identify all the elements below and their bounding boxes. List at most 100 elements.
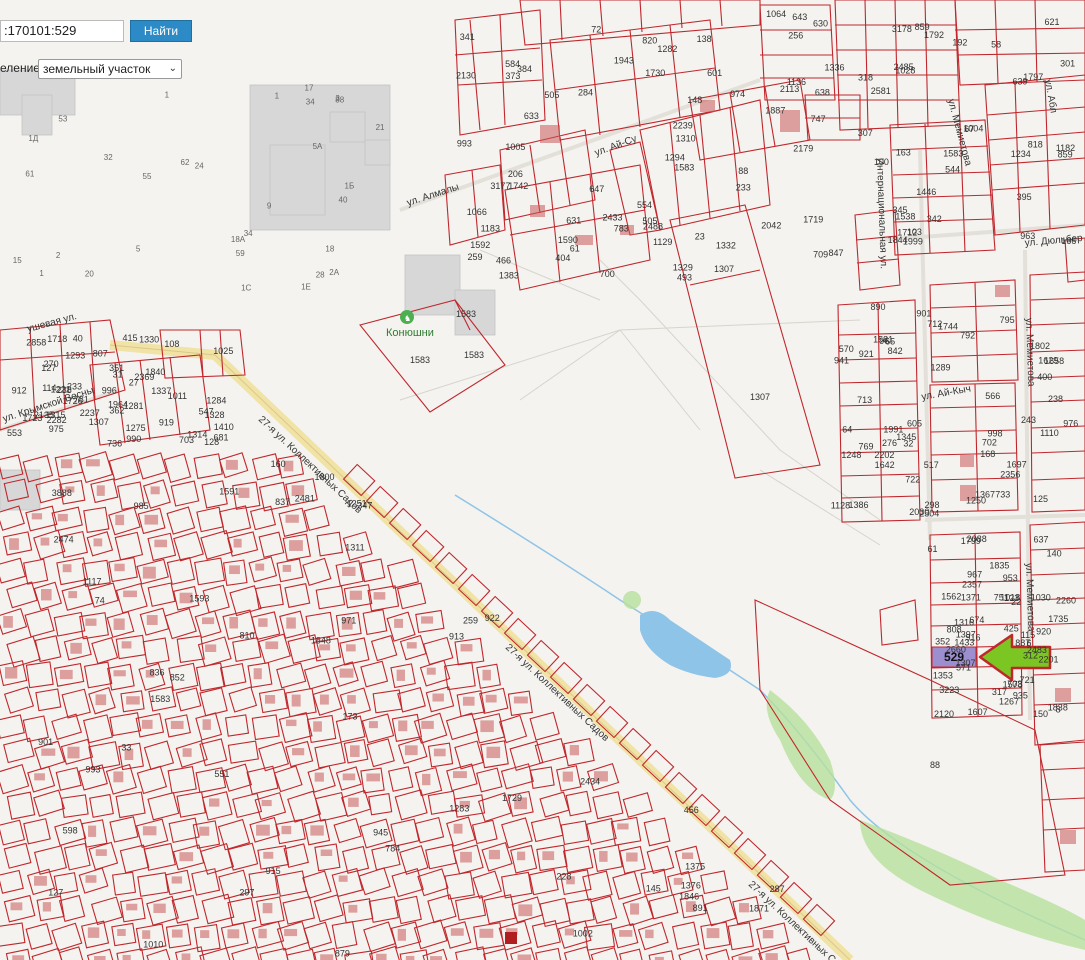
building (342, 566, 356, 577)
building (373, 592, 386, 600)
house-number: 9 (267, 202, 272, 211)
parcel-number: 2130 (456, 70, 476, 80)
find-button[interactable]: Найти (130, 20, 192, 42)
building (320, 954, 334, 960)
building (339, 668, 354, 678)
building (265, 641, 279, 650)
parcel-number: 1251 (347, 499, 367, 509)
parcel-number: 1840 (145, 367, 165, 377)
building (85, 875, 97, 883)
building (453, 823, 463, 834)
building (126, 696, 140, 705)
parcel-number: 415 (123, 333, 138, 343)
parcel-number: 287 (770, 884, 785, 894)
parcel-number: 58 (991, 39, 1001, 49)
parcel-number: 1025 (213, 346, 233, 356)
building (347, 695, 356, 704)
parcel-number: 820 (642, 36, 657, 46)
house-number: 53 (58, 115, 67, 124)
poi-stables-label: Конюшни (386, 327, 434, 339)
parcel-number: 395 (1017, 192, 1032, 202)
parcel-number: 233 (736, 182, 751, 192)
building (462, 696, 475, 706)
building (738, 956, 753, 960)
parcel-number: 72 (591, 24, 601, 34)
building (95, 849, 107, 856)
parcel-number: 792 (960, 330, 975, 340)
building (346, 644, 356, 652)
building (141, 719, 153, 729)
parcel-number: 2481 (295, 493, 315, 503)
parcel-number: 985 (134, 501, 149, 511)
building (142, 930, 151, 939)
building (282, 564, 292, 572)
building (319, 694, 329, 705)
parcel-number: 1307 (89, 417, 109, 427)
parcel-number: 1887 (765, 105, 785, 115)
house-number: 1С (241, 284, 251, 293)
building (486, 746, 501, 759)
building (765, 953, 778, 960)
parcel-number: 61 (928, 544, 938, 554)
parcel-number: 633 (524, 111, 539, 121)
house-number: 1 (39, 269, 44, 278)
building (630, 903, 640, 915)
parcel-number: 891 (693, 903, 708, 913)
building (60, 459, 73, 469)
parcel-number: 941 (834, 356, 849, 366)
parcel-number: 1386 (849, 500, 869, 510)
parcel-number: 544 (945, 164, 960, 174)
parcel-number: 1294 (665, 152, 685, 162)
building (94, 955, 106, 960)
house-number: 61 (25, 169, 34, 178)
building (114, 563, 125, 572)
house-number: 40 (339, 196, 348, 205)
parcel-number: 1367 (975, 490, 995, 500)
building (706, 928, 720, 939)
parcel-number: 1583 (943, 149, 963, 159)
parcel-number: 842 (888, 346, 903, 356)
parcel-number: 713 (857, 395, 872, 405)
parcel-number: 1332 (716, 241, 736, 251)
parcel-number: 700 (600, 269, 615, 279)
parcel-number: 920 (1036, 627, 1051, 637)
parcel-number: 351 (109, 363, 124, 373)
parcel-number: 571 (956, 663, 971, 673)
parcel-number: 1583 (674, 163, 694, 173)
building (286, 617, 296, 629)
building (314, 772, 324, 782)
parcel-number: 1307 (714, 264, 734, 274)
cadastral-number-input[interactable]: :170101:529 (0, 20, 124, 42)
parcel-number: 148 (687, 95, 702, 105)
parcel-number: 2042 (761, 221, 781, 231)
house-number: 18А (231, 235, 246, 244)
parcel-number: 784 (385, 843, 400, 853)
building (394, 618, 404, 628)
parcel-number: 1353 (933, 671, 953, 681)
parcel-number: 1128 (831, 501, 850, 511)
parcel-number: 100 (874, 157, 889, 167)
parcel-number: 2581 (871, 86, 891, 96)
parcel-number: 570 (839, 344, 854, 354)
building (450, 928, 464, 936)
parcel-number: 1658 (1044, 356, 1064, 366)
house-number: 2 (56, 251, 61, 260)
building (10, 902, 23, 911)
parcel-number: 1310 (676, 134, 696, 144)
building (292, 748, 305, 756)
building (396, 669, 405, 681)
house-number: 32 (104, 153, 113, 162)
parcel-number: 709 (813, 250, 828, 260)
parcel-number: 967 (967, 569, 982, 579)
parcel-number: 517 (924, 460, 939, 470)
parcel-number: 554 (637, 200, 652, 210)
parcel-number: 1697 (1007, 459, 1027, 469)
parcel-number: 736 (107, 439, 122, 449)
cadastral-map[interactable]: 529 ♞ Конюшни ул. Алмалы ул. Ай-Су 27-я … (0, 0, 1085, 960)
svg-text:♞: ♞ (404, 314, 411, 323)
parcel-number: 1742 (508, 181, 528, 191)
layer-select[interactable]: земельный участок ⌄ (38, 59, 182, 79)
parcel-number: 2485 (894, 62, 914, 72)
building (421, 720, 434, 729)
building (205, 644, 217, 652)
